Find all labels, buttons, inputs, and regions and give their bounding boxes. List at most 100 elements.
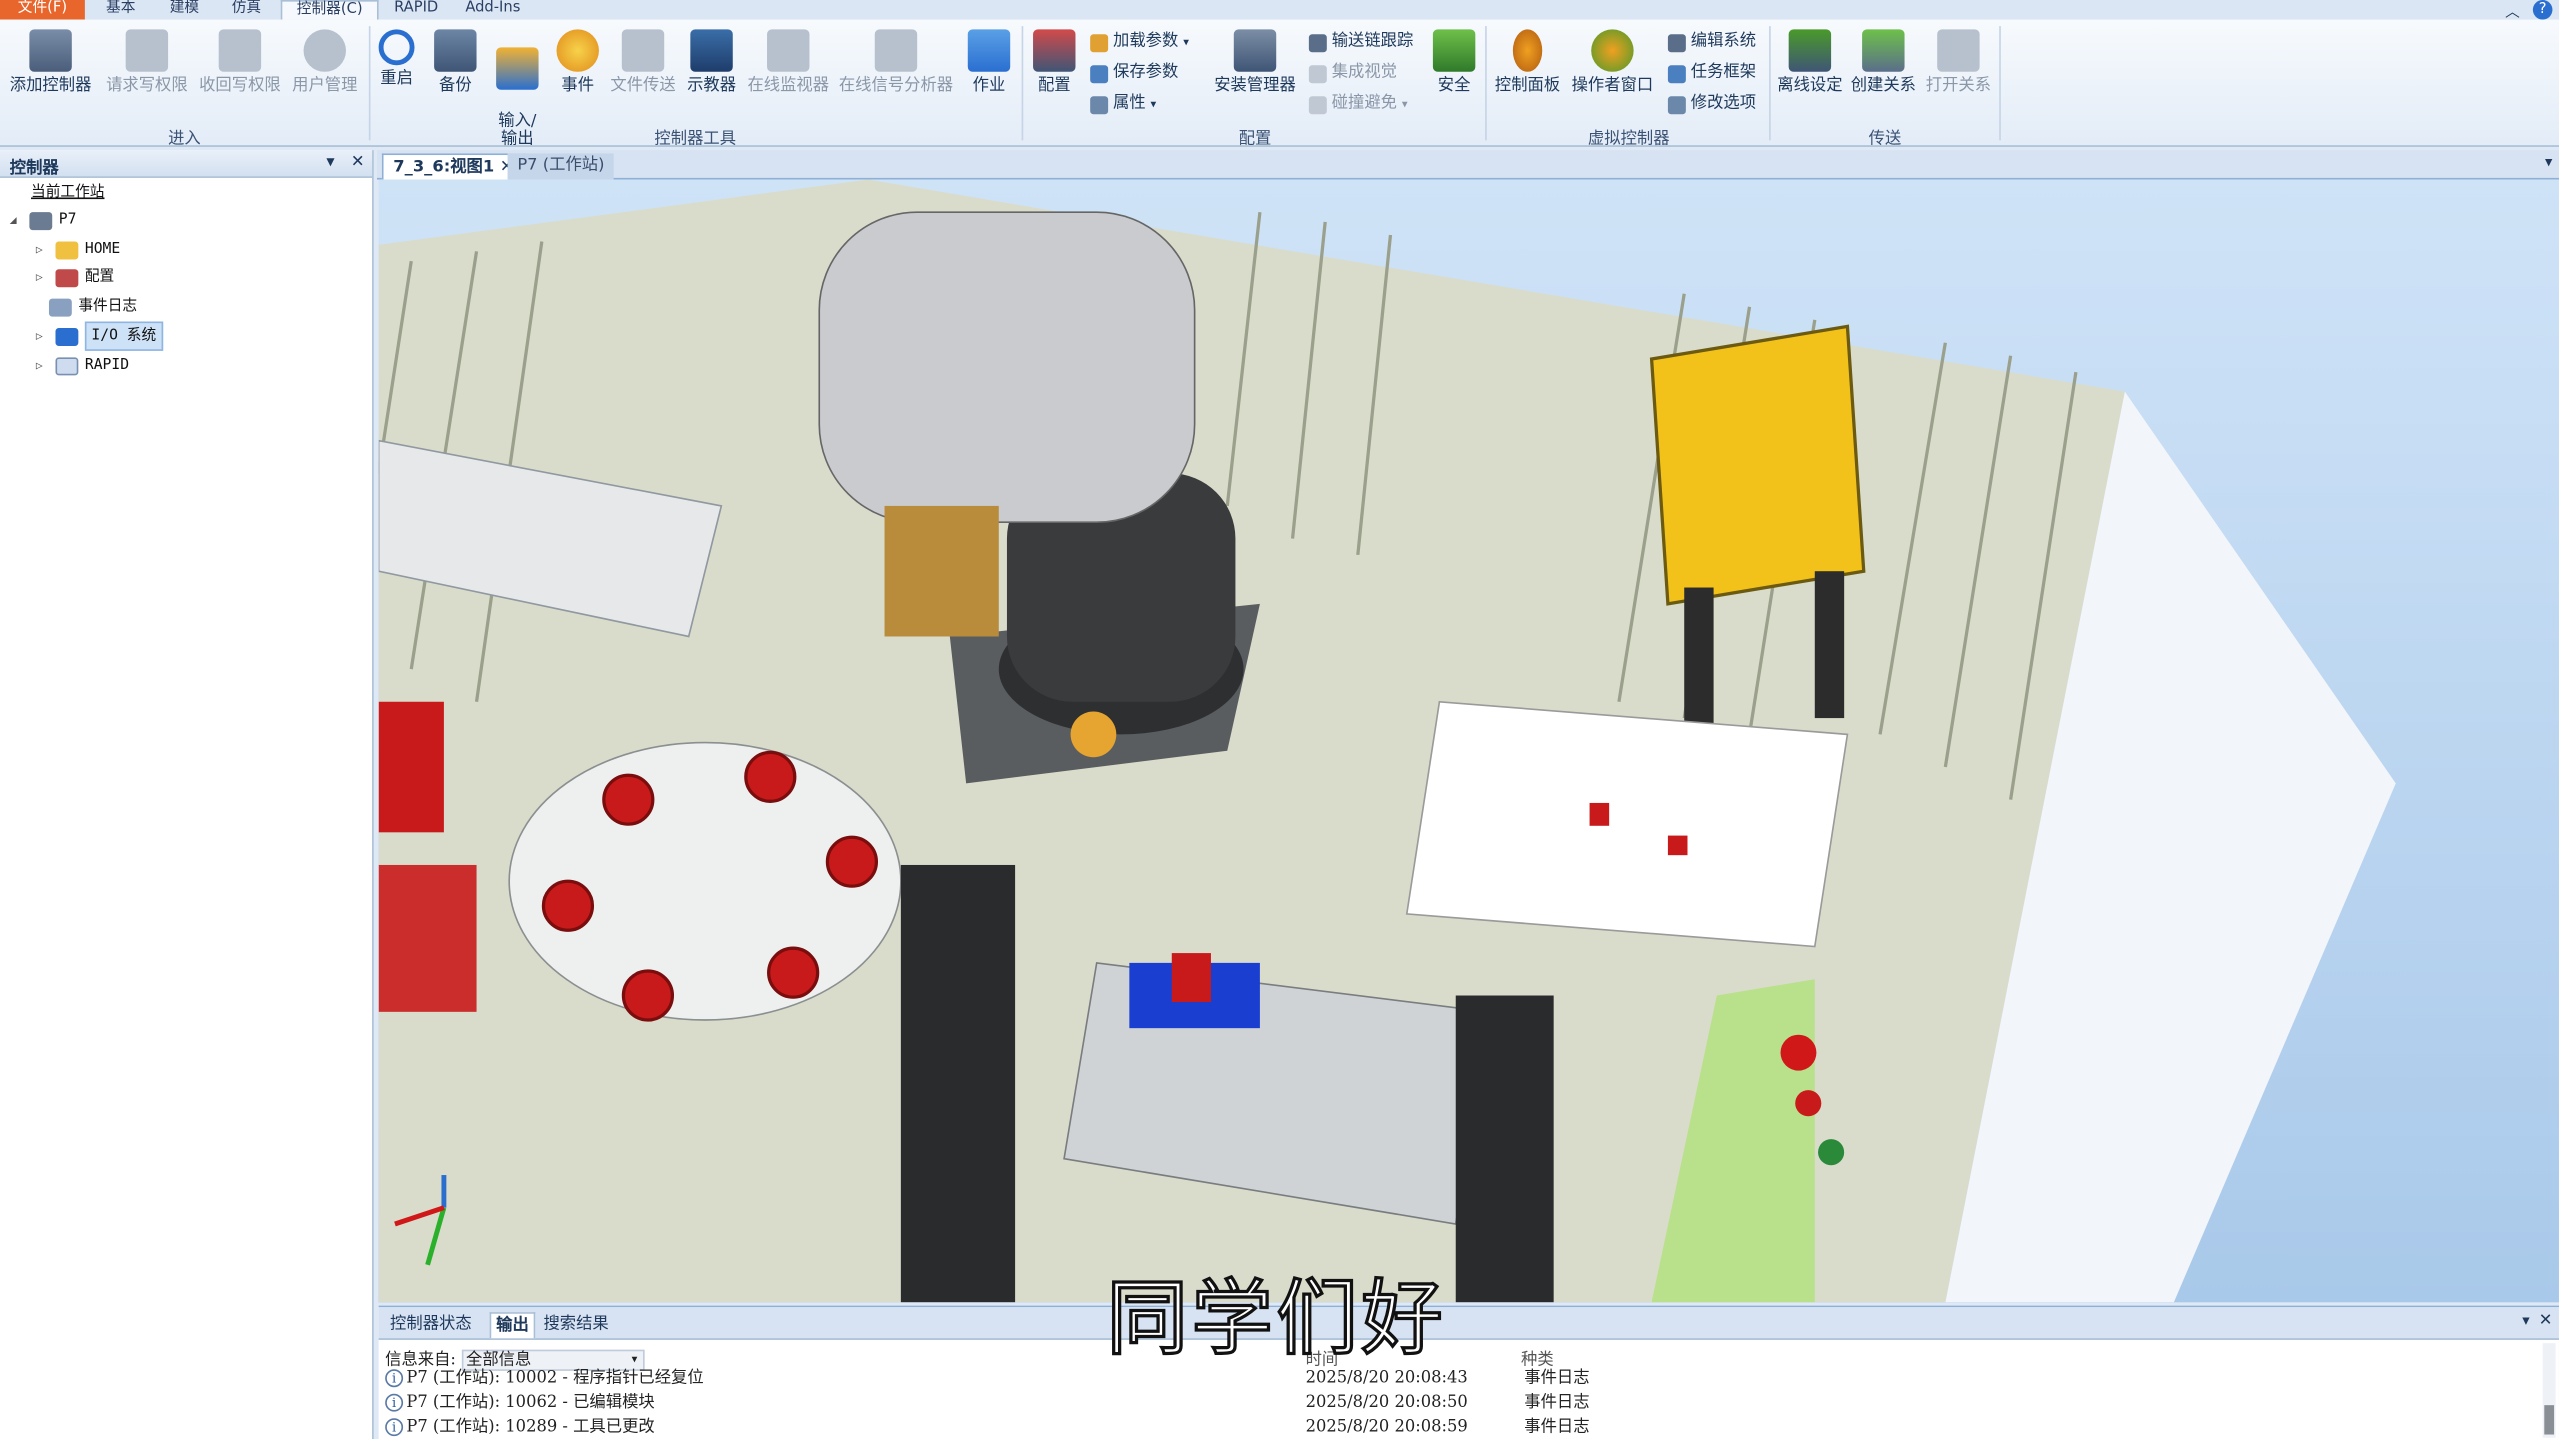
load-parameters-button[interactable]: 加载参数 ▾ xyxy=(1090,33,1189,53)
event-log-icon xyxy=(48,297,72,316)
tab-rapid[interactable]: RAPID xyxy=(385,0,447,20)
io-system-icon xyxy=(55,327,79,346)
signal-analyzer-button[interactable]: 在线信号分析器 xyxy=(836,29,957,95)
tree-item-io-system[interactable]: ▷ I/O 系统 xyxy=(36,321,163,351)
output-row-category: 事件日志 xyxy=(1524,1369,1590,1388)
create-relation-button[interactable]: 创建关系 xyxy=(1849,29,1918,95)
tab-view1[interactable]: 7_3_6:视图1 ✕ xyxy=(381,153,526,180)
info-icon: i xyxy=(385,1393,404,1412)
stop-button xyxy=(1780,1034,1817,1071)
backup-button[interactable]: 备份 xyxy=(431,29,480,95)
expand-icon[interactable]: ▷ xyxy=(36,323,49,349)
tree-item-p7[interactable]: ◢ P7 xyxy=(10,207,76,233)
ribbon: 添加控制器 请求写权限 收回写权限 用户管理 进入 重启 备份 输入/ 输出 事… xyxy=(0,19,2559,149)
online-monitor-button[interactable]: 在线监视器 xyxy=(744,29,832,95)
conveyor-tracking-icon xyxy=(1308,33,1327,52)
integrated-vision-icon xyxy=(1308,64,1327,83)
safety-icon xyxy=(1432,29,1476,72)
scrollbar[interactable] xyxy=(2542,1343,2556,1438)
close-icon[interactable]: ✕ xyxy=(351,153,365,171)
operator-window-button[interactable]: 操作者窗口 xyxy=(1567,29,1658,95)
output-tab-bar: 控制器状态 输出 搜索结果 ▾ ✕ xyxy=(378,1307,2559,1340)
group-label-config: 配置 xyxy=(1238,130,1272,149)
tab-modeling[interactable]: 建模 xyxy=(157,0,212,20)
conveyor-tracking-button[interactable]: 输送链跟踪 xyxy=(1308,33,1413,53)
ribbon-tab-bar: 文件(F) 基本 建模 仿真 控制器(C) RAPID Add-Ins ︿ ? xyxy=(0,0,2559,20)
add-controller-icon xyxy=(29,29,72,72)
close-icon[interactable]: ✕ xyxy=(2539,1312,2553,1330)
tab-addins[interactable]: Add-Ins xyxy=(457,0,529,20)
indicator-light xyxy=(1818,1139,1845,1166)
jobs-icon xyxy=(967,29,1011,72)
task-frames-button[interactable]: 任务框架 xyxy=(1667,64,1756,84)
restart-button[interactable]: 重启 xyxy=(375,29,417,88)
output-row[interactable]: i P7 (工作站): 10062 - 已编辑模块 xyxy=(385,1390,655,1414)
offline-setup-button[interactable]: 离线设定 xyxy=(1776,29,1845,95)
open-relation-button[interactable]: 打开关系 xyxy=(1922,29,1994,95)
scrollbar-thumb[interactable] xyxy=(2544,1405,2555,1435)
tab-output[interactable]: 输出 xyxy=(489,1312,536,1339)
tab-list-icon[interactable]: ▾ xyxy=(2545,155,2552,171)
3d-viewport[interactable] xyxy=(378,179,2559,1303)
tree-item-event-log[interactable]: 事件日志 xyxy=(48,294,137,320)
integrated-vision-button[interactable]: 集成视觉 xyxy=(1308,64,1397,84)
save-parameters-button[interactable]: 保存参数 xyxy=(1090,64,1178,84)
properties-icon xyxy=(1090,95,1109,114)
safety-button[interactable]: 安全 xyxy=(1432,29,1476,95)
group-label-enter: 进入 xyxy=(168,130,201,149)
collision-avoidance-button[interactable]: 碰撞避免 ▾ xyxy=(1308,95,1408,115)
panel-options-icon[interactable]: ▾ xyxy=(326,153,334,171)
document-tab-bar: 7_3_6:视图1 ✕ P7 (工作站) ▾ xyxy=(376,150,2559,180)
expand-icon[interactable]: ▷ xyxy=(36,264,49,290)
output-row[interactable]: i P7 (工作站): 10289 - 工具已更改 xyxy=(385,1415,655,1439)
control-panel-icon xyxy=(1512,29,1543,72)
installation-manager-icon xyxy=(1233,29,1277,72)
tab-file[interactable]: 文件(F) xyxy=(0,0,85,20)
modify-options-button[interactable]: 修改选项 xyxy=(1667,95,1756,115)
expand-icon[interactable]: ▷ xyxy=(36,353,49,379)
tree-item-configuration[interactable]: ▷ 配置 xyxy=(36,264,114,290)
configuration-button[interactable]: 配置 xyxy=(1031,29,1077,95)
expand-icon[interactable]: ▷ xyxy=(36,237,49,263)
jobs-button[interactable]: 作业 xyxy=(966,29,1012,95)
edit-system-icon xyxy=(1667,33,1686,52)
request-write-button[interactable]: 请求写权限 xyxy=(103,29,191,95)
tree-item-home[interactable]: ▷ HOME xyxy=(36,237,120,263)
tab-controller-status[interactable]: 控制器状态 xyxy=(385,1312,476,1338)
add-controller-button[interactable]: 添加控制器 xyxy=(7,29,95,95)
modify-options-icon xyxy=(1667,95,1686,114)
edit-system-button[interactable]: 编辑系统 xyxy=(1667,33,1756,53)
tab-station[interactable]: P7 (工作站) xyxy=(507,153,615,180)
tab-simulation[interactable]: 仿真 xyxy=(219,0,274,20)
backup-icon xyxy=(434,29,477,72)
tab-search-results[interactable]: 搜索结果 xyxy=(539,1312,614,1338)
flexpendant-button[interactable]: 示教器 xyxy=(682,29,741,95)
release-write-button[interactable]: 收回写权限 xyxy=(196,29,284,95)
pillar xyxy=(900,864,1016,1303)
red-fixture xyxy=(378,864,477,1012)
control-panel-button[interactable]: 控制面板 xyxy=(1492,29,1564,95)
collapse-icon[interactable]: ◢ xyxy=(10,207,23,233)
group-separator xyxy=(1769,26,1771,141)
installation-manager-button[interactable]: 安装管理器 xyxy=(1211,29,1299,95)
tree-item-rapid[interactable]: ▷ RAPID xyxy=(36,353,129,379)
output-row[interactable]: i P7 (工作站): 10002 - 程序指针已经复位 xyxy=(385,1366,704,1390)
tab-basic[interactable]: 基本 xyxy=(95,0,147,20)
controller-panel-header: 控制器 ▾ ✕ xyxy=(0,150,373,178)
save-parameters-icon xyxy=(1090,64,1109,83)
tab-controller[interactable]: 控制器(C) xyxy=(280,0,379,20)
red-part xyxy=(1667,835,1688,856)
create-relation-icon xyxy=(1862,29,1905,72)
rapid-icon xyxy=(55,356,79,375)
properties-button[interactable]: 属性 ▾ xyxy=(1090,95,1156,115)
robot-arm xyxy=(818,211,1196,524)
minimize-ribbon-icon[interactable]: ︿ xyxy=(2505,0,2520,20)
hole-plate xyxy=(1405,700,1849,948)
output-row-time: 2025/8/20 20:08:50 xyxy=(1305,1393,1468,1412)
events-button[interactable]: 事件 xyxy=(553,29,602,95)
help-icon[interactable]: ? xyxy=(2532,0,2553,20)
output-row-category: 事件日志 xyxy=(1524,1418,1590,1437)
user-management-button[interactable]: 用户管理 xyxy=(289,29,361,95)
panel-options-icon[interactable]: ▾ xyxy=(2522,1314,2529,1330)
file-transfer-button[interactable]: 文件传送 xyxy=(607,29,679,95)
